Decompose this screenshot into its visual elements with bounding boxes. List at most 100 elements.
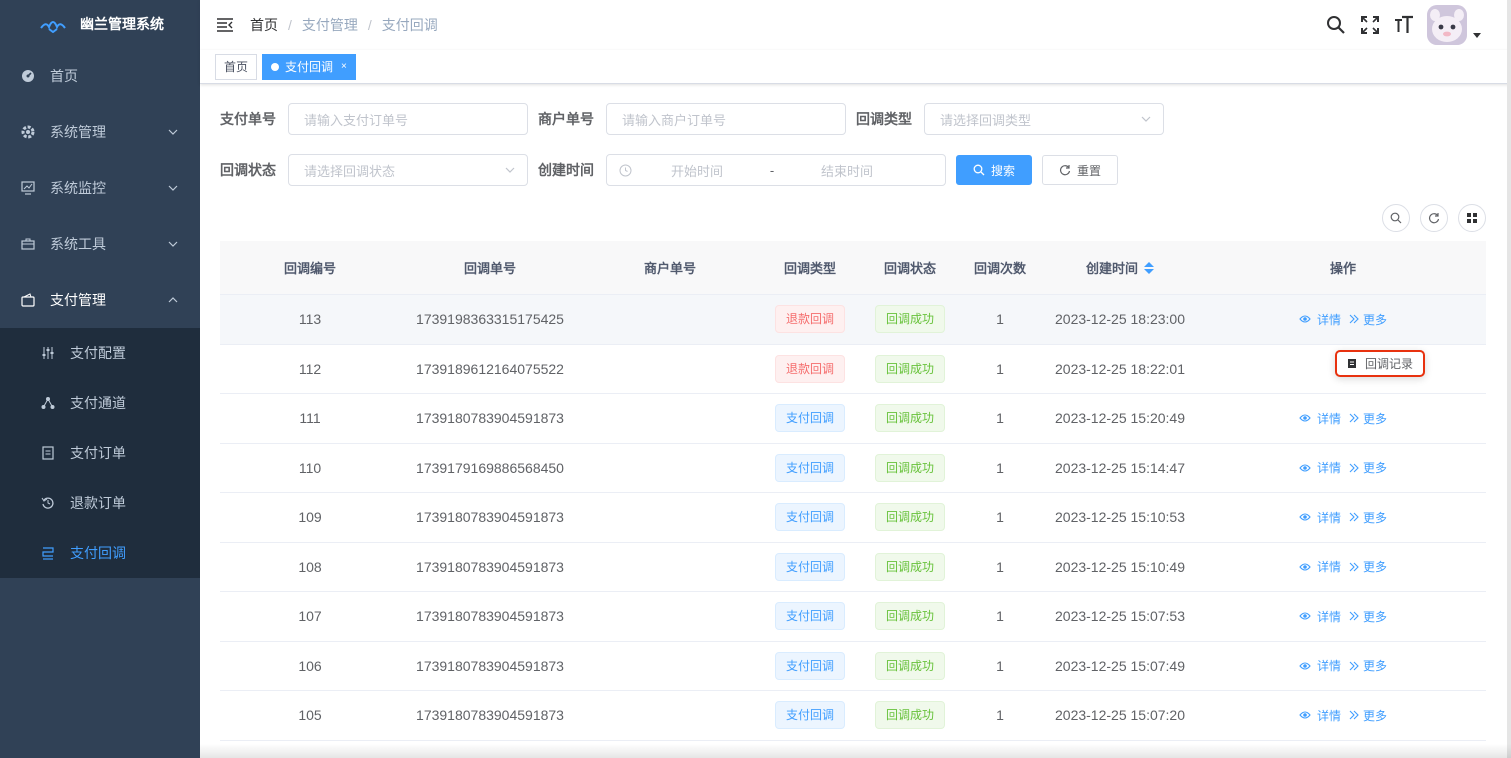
callback-status-cell: 回调成功 bbox=[860, 354, 960, 383]
sidebar-item-refund-order[interactable]: 退款订单 bbox=[0, 478, 200, 528]
actions-cell: 详情 更多 bbox=[1200, 509, 1486, 526]
app-logo[interactable]: 幽兰管理系统 bbox=[0, 0, 200, 48]
callback-record-menu-item[interactable]: 回调记录 bbox=[1335, 350, 1425, 377]
callback-type-cell: 支付回调 bbox=[760, 453, 860, 482]
create-time-cell: 2023-12-25 15:14:47 bbox=[1055, 459, 1185, 476]
font-size-icon bbox=[1395, 15, 1413, 33]
search-button[interactable]: 搜索 bbox=[956, 155, 1032, 185]
callback-no-cell: 1739179169886568450 bbox=[416, 459, 564, 476]
more-button[interactable]: 更多 bbox=[1349, 707, 1387, 724]
hamburger-toggle[interactable] bbox=[200, 0, 250, 50]
sidebar-item-system[interactable]: 系统管理 bbox=[0, 104, 200, 160]
actions-cell: 详情 更多 bbox=[1200, 410, 1486, 427]
detail-button[interactable]: 详情 bbox=[1299, 608, 1341, 625]
detail-label: 详情 bbox=[1316, 708, 1341, 723]
detail-button[interactable]: 详情 bbox=[1299, 657, 1341, 674]
column-header: 回调次数 bbox=[973, 261, 1026, 276]
pay-no-input[interactable]: 请输入支付订单号 bbox=[288, 103, 528, 135]
sort-icon[interactable] bbox=[1144, 261, 1154, 274]
double-right-icon bbox=[1349, 661, 1359, 671]
callback-status-select[interactable]: 请选择回调状态 bbox=[288, 154, 528, 186]
sidebar-item-home[interactable]: 首页 bbox=[0, 48, 200, 104]
table-row: 112 1739189612164075522 退款回调 回调成功 1 2023-12-2… bbox=[220, 345, 1486, 394]
close-icon[interactable]: × bbox=[341, 55, 347, 79]
range-separator: - bbox=[769, 162, 775, 178]
search-icon bbox=[973, 164, 985, 176]
breadcrumb-home[interactable]: 首页 bbox=[250, 15, 278, 35]
detail-label: 详情 bbox=[1316, 609, 1341, 624]
reset-button[interactable]: 重置 bbox=[1042, 155, 1118, 185]
toggle-search-button[interactable] bbox=[1382, 204, 1410, 232]
callback-count-cell: 1 bbox=[996, 608, 1004, 625]
callback-id-cell: 112 bbox=[298, 360, 322, 377]
chevron-down-icon bbox=[168, 241, 178, 247]
pay-no-label: 支付单号 bbox=[220, 111, 276, 127]
more-button[interactable]: 更多 bbox=[1349, 459, 1387, 476]
create-time-range[interactable]: 开始时间 - 结束时间 bbox=[606, 154, 946, 186]
sidebar-item-label: 系统监控 bbox=[50, 180, 106, 196]
detail-button[interactable]: 详情 bbox=[1299, 707, 1341, 724]
more-button[interactable]: 更多 bbox=[1349, 657, 1387, 674]
fullscreen-button[interactable] bbox=[1353, 0, 1387, 50]
sidebar-item-pay-order[interactable]: 支付订单 bbox=[0, 428, 200, 478]
sidebar-item-pay-callback[interactable]: 支付回调 bbox=[0, 528, 200, 578]
merchant-no-input[interactable]: 请输入商户订单号 bbox=[606, 103, 846, 135]
chevron-down-icon bbox=[168, 129, 178, 135]
column-header: 回调编号 bbox=[283, 261, 336, 276]
detail-button[interactable]: 详情 bbox=[1299, 311, 1341, 328]
fullscreen-icon bbox=[1361, 16, 1379, 34]
more-button[interactable]: 更多 bbox=[1349, 509, 1387, 526]
caret-down-icon[interactable] bbox=[1473, 32, 1481, 38]
tag-home[interactable]: 首页 bbox=[215, 53, 258, 80]
detail-label: 详情 bbox=[1316, 312, 1341, 327]
sidebar-item-pay-config[interactable]: 支付配置 bbox=[0, 328, 200, 378]
table-header: 回调编号 回调单号 商户单号 回调类型 回调状态 回调次数 创建时间 操作 bbox=[220, 241, 1486, 295]
more-button[interactable]: 更多 bbox=[1349, 311, 1387, 328]
detail-button[interactable]: 详情 bbox=[1299, 459, 1341, 476]
more-button[interactable]: 更多 bbox=[1349, 558, 1387, 575]
detail-label: 详情 bbox=[1316, 560, 1341, 575]
callback-type-cell: 支付回调 bbox=[760, 503, 860, 532]
columns-button[interactable] bbox=[1458, 204, 1486, 232]
column-header: 回调单号 bbox=[463, 261, 516, 276]
callback-status-cell: 回调成功 bbox=[860, 552, 960, 581]
more-button[interactable]: 更多 bbox=[1349, 608, 1387, 625]
chevron-up-icon bbox=[168, 297, 178, 303]
callback-no-cell: 1739180783904591873 bbox=[416, 608, 564, 625]
callback-type-badge: 支付回调 bbox=[774, 404, 845, 433]
sidebar-item-monitor[interactable]: 系统监控 bbox=[0, 160, 200, 216]
callback-count-cell: 1 bbox=[996, 459, 1004, 476]
callback-type-cell: 支付回调 bbox=[760, 602, 860, 631]
double-right-icon bbox=[1349, 413, 1359, 423]
font-size-button[interactable] bbox=[1387, 0, 1421, 50]
column-header: 回调状态 bbox=[883, 261, 936, 276]
sliders-icon bbox=[40, 345, 56, 361]
callback-id-cell: 106 bbox=[298, 657, 322, 674]
eye-icon bbox=[1299, 414, 1311, 422]
breadcrumb: 首页 / 支付管理 / 支付回调 bbox=[250, 15, 438, 35]
callback-status-cell: 回调成功 bbox=[860, 305, 960, 334]
detail-button[interactable]: 详情 bbox=[1299, 558, 1341, 575]
callback-type-select[interactable]: 请选择回调类型 bbox=[924, 103, 1164, 135]
actions-cell: 详情 更多 bbox=[1200, 311, 1486, 328]
detail-button[interactable]: 详情 bbox=[1299, 410, 1341, 427]
refresh-button[interactable] bbox=[1420, 204, 1448, 232]
more-button[interactable]: 更多 bbox=[1349, 410, 1387, 427]
table-row: 109 1739180783904591873 支付回调 回调成功 1 2023-12-2… bbox=[220, 493, 1486, 543]
callback-type-badge: 支付回调 bbox=[774, 701, 845, 730]
callback-status-cell: 回调成功 bbox=[860, 602, 960, 631]
detail-button[interactable]: 详情 bbox=[1299, 509, 1341, 526]
refresh-icon bbox=[1059, 165, 1071, 176]
tag-pay-callback[interactable]: 支付回调 × bbox=[262, 53, 356, 80]
header-search-button[interactable] bbox=[1319, 0, 1353, 50]
sidebar-item-payment[interactable]: 支付管理 bbox=[0, 272, 200, 328]
avatar[interactable] bbox=[1427, 5, 1467, 45]
actions-cell: 详情 更多 bbox=[1200, 558, 1486, 575]
app-title: 幽兰管理系统 bbox=[80, 16, 164, 32]
callback-no-cell: 1739189612164075522 bbox=[416, 360, 564, 377]
more-label: 更多 bbox=[1363, 312, 1388, 327]
chevron-down-icon bbox=[1141, 116, 1151, 122]
sidebar-item-tools[interactable]: 系统工具 bbox=[0, 216, 200, 272]
sidebar-item-pay-channel[interactable]: 支付通道 bbox=[0, 378, 200, 428]
column-header-create-time[interactable]: 创建时间 bbox=[1040, 258, 1200, 277]
